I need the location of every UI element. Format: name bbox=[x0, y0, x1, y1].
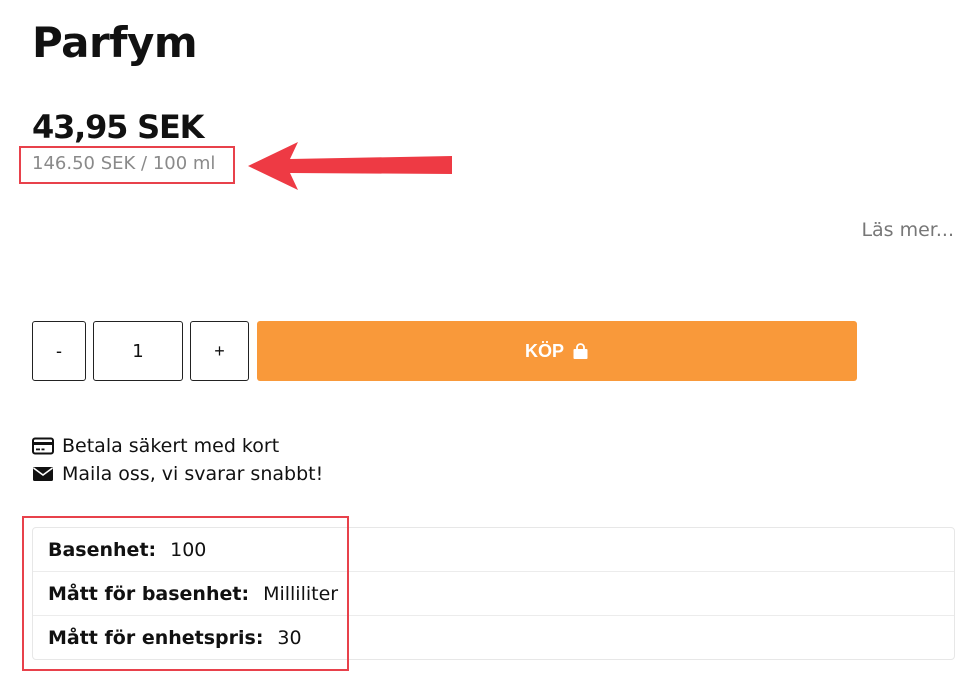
product-price: 43,95 SEK bbox=[32, 108, 204, 146]
arrow-left-icon bbox=[248, 142, 452, 190]
product-page: Parfym 43,95 SEK 146.50 SEK / 100 ml Läs… bbox=[0, 0, 963, 684]
credit-card-icon bbox=[32, 437, 54, 455]
envelope-icon bbox=[33, 467, 53, 481]
secure-payment-info: Betala säkert med kort bbox=[32, 435, 279, 457]
secure-payment-text: Betala säkert med kort bbox=[62, 435, 280, 457]
email-text: Maila oss, vi svarar snabbt! bbox=[62, 463, 324, 485]
read-more-link[interactable]: Läs mer... bbox=[861, 219, 954, 241]
email-info: Maila oss, vi svarar snabbt! bbox=[32, 463, 323, 485]
product-title: Parfym bbox=[32, 18, 198, 67]
quantity-input[interactable] bbox=[93, 321, 183, 381]
buy-button[interactable]: KÖP bbox=[257, 321, 857, 381]
shopping-bag-icon bbox=[573, 342, 588, 359]
quantity-decrease-button[interactable]: - bbox=[32, 321, 86, 381]
buy-button-label: KÖP bbox=[524, 340, 564, 361]
unit-price: 146.50 SEK / 100 ml bbox=[32, 153, 216, 174]
specs-highlight-box bbox=[22, 516, 349, 671]
quantity-increase-button[interactable]: + bbox=[190, 321, 249, 381]
